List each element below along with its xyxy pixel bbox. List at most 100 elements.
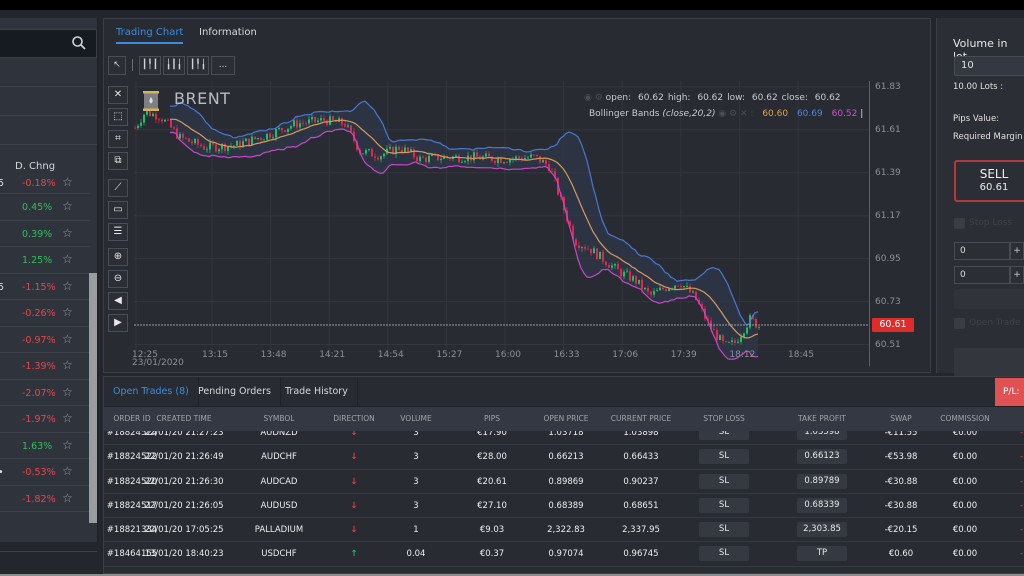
stop-loss-button[interactable]: SL [699, 522, 749, 538]
column-header[interactable]: CREATED TIME [156, 407, 211, 431]
arrow-down-icon: ↓ [350, 476, 358, 487]
watchlist-item[interactable]: -1.82% ☆ [0, 486, 90, 512]
watchlist-item[interactable]: -0.97% ☆ [0, 327, 90, 353]
trade-row[interactable]: #18824517 22/01/20 21:26:05 AUDUSD ↓ 3 €27.10… [104, 494, 1024, 519]
hollow-candles-button[interactable]: ╽┃╽ [163, 56, 185, 75]
take-profit-button[interactable]: 0.89789 [797, 473, 847, 489]
watchlist-item[interactable]: 0.39% ☆ [0, 221, 90, 247]
scroll-left-button[interactable]: ◀ [108, 292, 128, 310]
open-trade-checkbox[interactable] [954, 318, 965, 329]
watchlist-item[interactable]: • -0.53% ☆ [0, 459, 90, 486]
stop-loss-input[interactable]: 0 [954, 242, 1010, 260]
trade-row[interactable]: #18824520 22/01/20 21:26:30 AUDCAD ↓ 3 €20.61… [104, 470, 1024, 494]
crosshair-button[interactable]: ⌗ [108, 130, 128, 148]
take-profit-button[interactable]: 2,303.85 [797, 522, 847, 538]
bars-button[interactable]: ┃╿╽ [187, 56, 209, 75]
stop-loss-button[interactable]: SL [699, 497, 749, 513]
stop-loss-button[interactable]: SL [699, 473, 749, 489]
scroll-right-button[interactable]: ▶ [108, 314, 128, 332]
column-header[interactable]: SWAP [890, 407, 911, 431]
fib-lines-button[interactable]: ☰ [108, 223, 128, 241]
tab-trade-history[interactable]: Trade History [276, 377, 358, 407]
stop-loss-button[interactable]: SL [699, 449, 749, 465]
trade-row[interactable]: #18821334 22/01/20 17:05:25 PALLADIUM ↓ 1 €9.… [104, 518, 1024, 543]
watchlist-item[interactable]: 5 -0.18% ☆ [0, 176, 90, 194]
watchlist-item[interactable]: 0.45% ☆ [0, 194, 90, 221]
column-header[interactable]: VOLUME [400, 407, 431, 431]
candles-button[interactable]: ┃╿┃ [139, 56, 161, 75]
watchlist-item[interactable]: 1.63% ☆ [0, 433, 90, 459]
take-profit-increment[interactable]: + [1010, 266, 1024, 284]
star-icon[interactable]: ☆ [62, 226, 73, 240]
tab-trading-chart[interactable]: Trading Chart [116, 27, 184, 44]
watchlist-item[interactable]: -0.26% ☆ [0, 300, 90, 327]
tab-open-trades[interactable]: Open Trades (8) [104, 377, 199, 407]
cursor-tool-button[interactable]: ↖ [108, 56, 126, 75]
column-header[interactable]: ORDER ID [113, 407, 150, 431]
stop-loss-button[interactable]: SL [699, 546, 749, 562]
tab-information[interactable]: Information [199, 27, 257, 38]
watchlist-item[interactable]: -1.39% ☆ [0, 353, 90, 380]
column-header-daily-change[interactable]: D. Chng [15, 161, 55, 172]
take-profit-button[interactable]: TP [797, 546, 847, 562]
daily-change: -1.82% [22, 493, 56, 505]
take-profit-button[interactable]: 0.68339 [797, 497, 847, 513]
cell-pl: - [1020, 476, 1024, 487]
watchlist-scrollbar[interactable] [89, 273, 97, 523]
search-input[interactable] [0, 29, 97, 58]
star-icon[interactable]: ☆ [62, 438, 73, 452]
column-header[interactable]: STOP LOSS [703, 407, 745, 431]
remove-drawings-button[interactable]: ✕ [108, 86, 128, 104]
trade-row[interactable]: #18464155 13/01/20 18:40:23 USDCHF ↑ 0.04 €0.… [104, 542, 1024, 567]
zoom-in-button[interactable]: ⊕ [108, 248, 128, 266]
current-price-tag: 60.61 [872, 318, 914, 332]
trend-line-button[interactable]: ⟋ [108, 179, 128, 197]
star-icon[interactable]: ☆ [62, 464, 73, 478]
star-icon[interactable]: ☆ [62, 491, 73, 505]
sell-button[interactable]: SELL 60.61 [954, 160, 1024, 202]
star-icon[interactable]: ☆ [62, 385, 73, 399]
tab-pending-orders[interactable]: Pending Orders [189, 377, 281, 407]
stop-loss-checkbox[interactable] [954, 218, 965, 229]
rectangle-icon: ▭ [113, 204, 123, 215]
price-chart-canvas[interactable] [134, 81, 869, 366]
star-icon[interactable]: ☆ [62, 358, 73, 372]
watchlist-filter-2[interactable] [0, 87, 97, 116]
watchlist-filter-1[interactable] [0, 58, 97, 87]
star-icon[interactable]: ☆ [62, 279, 73, 293]
submit-order-button[interactable] [954, 348, 1024, 378]
x-axis-tick: 18:45 [788, 350, 814, 360]
eye-icon[interactable]: ◉ ⚙ [584, 93, 603, 103]
column-header[interactable]: COMMISSION [940, 407, 990, 431]
rectangle-button[interactable]: ▭ [108, 201, 128, 219]
star-icon[interactable]: ☆ [62, 176, 73, 189]
star-icon[interactable]: ☆ [62, 199, 73, 213]
star-icon[interactable]: ☆ [62, 332, 73, 346]
star-icon[interactable]: ☆ [62, 411, 73, 425]
watchlist-item[interactable]: 1.25% ☆ [0, 247, 90, 274]
column-header[interactable]: PIPS [484, 407, 500, 431]
column-header[interactable]: SYMBOL [264, 407, 295, 431]
star-icon[interactable]: ☆ [62, 305, 73, 319]
indicator-settings-icons[interactable]: ◉ ⚙ ✕ : [718, 109, 753, 119]
column-header[interactable]: OPEN PRICE [543, 407, 588, 431]
search-icon[interactable] [71, 35, 87, 51]
stop-loss-increment[interactable]: + [1010, 242, 1024, 260]
watchlist-item[interactable]: 5 -1.15% ☆ [0, 274, 90, 300]
select-zoom-button[interactable]: ⬚ [108, 108, 128, 126]
star-icon[interactable]: ☆ [62, 252, 73, 266]
clone-button[interactable]: ⧉ [108, 152, 128, 170]
trade-row[interactable]: #18824522 22/01/20 21:26:49 AUDCHF ↓ 3 €28.00… [104, 445, 1024, 470]
column-header[interactable]: CURRENT PRICE [611, 407, 671, 431]
watchlist-item[interactable]: -2.07% ☆ [0, 380, 90, 406]
price-axis-line [869, 81, 870, 366]
take-profit-button[interactable]: 0.66123 [797, 449, 847, 465]
watchlist-item[interactable]: -1.97% ☆ [0, 406, 90, 433]
watchlist-filter-3[interactable] [0, 116, 97, 145]
more-chart-types-button[interactable]: ... [211, 56, 235, 75]
column-header[interactable]: DIRECTION [333, 407, 374, 431]
column-header[interactable]: TAKE PROFIT [798, 407, 846, 431]
volume-input[interactable]: 10 [954, 56, 1024, 76]
zoom-out-button[interactable]: ⊖ [108, 270, 128, 288]
take-profit-input[interactable]: 0 [954, 266, 1010, 284]
